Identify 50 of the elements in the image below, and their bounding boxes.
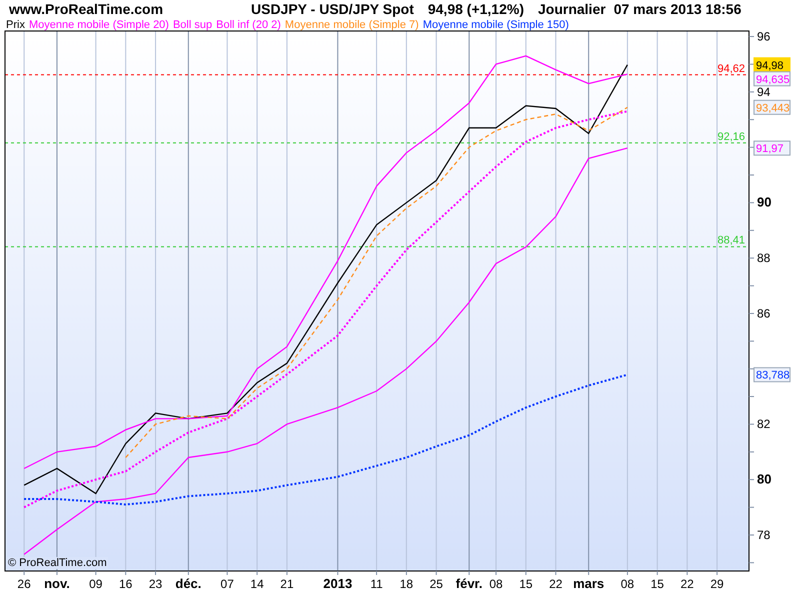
y-axis-label: 96 <box>757 30 770 44</box>
value-tag: 94,635 <box>754 71 790 86</box>
x-axis-label: 09 <box>89 577 102 591</box>
x-axis-label: déc. <box>175 576 202 591</box>
x-axis-label: 08 <box>620 577 634 591</box>
x-axis-label: 22 <box>680 577 694 591</box>
x-axis-label: 25 <box>430 577 443 591</box>
date-time: 07 mars 2013 18:56 <box>614 1 742 17</box>
value-tag: 93,443 <box>754 100 790 115</box>
level-label: 92,16 <box>717 130 745 143</box>
price-quote: 94,98 (+1,12%) <box>428 1 524 17</box>
x-axis-label: 16 <box>118 577 132 591</box>
instrument-title: USDJPY - USD/JPY Spot <box>251 1 414 17</box>
x-axis-label: 22 <box>549 577 562 591</box>
y-axis-label: 88 <box>757 251 770 266</box>
level-label: 94,62 <box>717 62 745 75</box>
x-axis-label: mars <box>573 576 604 591</box>
legend-item: Moyenne mobile (Simple 7) <box>284 19 419 32</box>
site-url: www.ProRealTime.com <box>9 1 164 17</box>
value-tag: 91,97 <box>754 140 790 156</box>
x-axis-label: 14 <box>250 577 264 591</box>
value-tag: 94,98 <box>754 57 790 72</box>
x-axis-label: 18 <box>400 577 414 591</box>
x-axis-label: 26 <box>17 577 31 591</box>
x-axis-label: 11 <box>370 577 383 591</box>
x-axis-label: 15 <box>519 577 533 591</box>
y-axis-label: 94 <box>757 84 770 99</box>
level-label: 88,41 <box>717 234 745 247</box>
x-axis-label: 23 <box>148 577 162 591</box>
legend-item: Boll inf (20 2) <box>216 19 281 32</box>
legend-item: Boll sup <box>172 19 212 32</box>
x-axis-label: 07 <box>220 577 234 591</box>
x-axis-label: nov. <box>44 576 70 591</box>
x-axis-label: 15 <box>650 577 664 591</box>
y-axis-label: 80 <box>757 472 772 487</box>
x-axis-label: 29 <box>710 577 724 591</box>
x-axis-label: 2013 <box>323 576 352 591</box>
legend-item: Moyenne mobile (Simple 20) <box>28 19 169 32</box>
x-axis-label: 21 <box>280 577 294 591</box>
y-axis-label: 86 <box>757 306 770 320</box>
legend-item: Moyenne mobile (Simple 150) <box>422 19 569 32</box>
copyright-text: © ProRealTime.com <box>7 557 108 569</box>
y-axis-label: 82 <box>757 417 770 432</box>
x-axis-label: 08 <box>489 577 503 591</box>
y-axis-label: 78 <box>757 528 770 542</box>
period-label: Journalier <box>538 1 606 17</box>
y-axis-label: 90 <box>757 194 772 210</box>
legend-item: Prix <box>6 19 25 32</box>
x-axis-label: févr. <box>456 576 483 591</box>
value-tag: 83,788 <box>754 367 790 382</box>
